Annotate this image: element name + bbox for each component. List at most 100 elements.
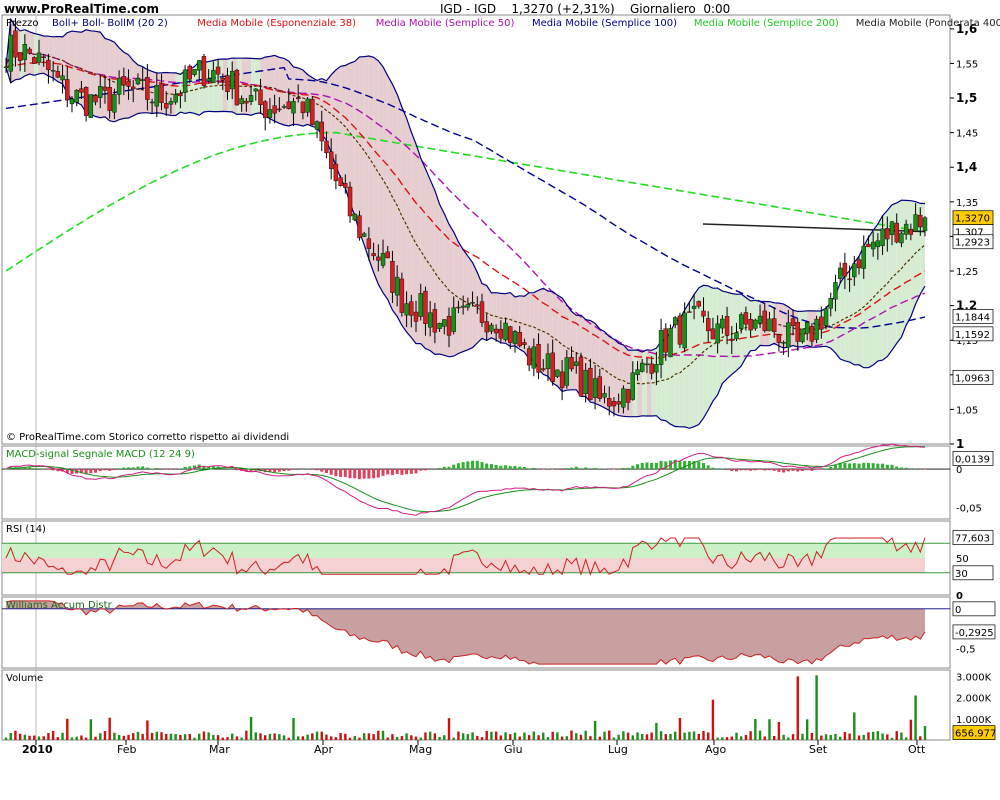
- macd-histogram-bar: [37, 468, 41, 470]
- macd-histogram-bar: [621, 467, 625, 470]
- volume-tick-label: 2.000K: [956, 694, 992, 705]
- rsi-upper-zone: [2, 543, 925, 558]
- bollinger-band-fill: [708, 285, 713, 410]
- candle-body: [418, 293, 423, 317]
- macd-title: MACD-signal Segnale MACD (12 24 9): [6, 449, 195, 460]
- stock-chart[interactable]: 1,61,551,51,451,41,351,31,251,21,151,11,…: [0, 0, 1000, 800]
- volume-bar: [381, 730, 385, 740]
- volume-bar: [735, 732, 738, 740]
- price-tick-label: 1,05: [956, 405, 978, 416]
- volume-bar: [113, 732, 116, 740]
- macd-histogram-bar: [626, 467, 630, 470]
- volume-bar: [801, 733, 804, 740]
- candle-body: [248, 95, 254, 102]
- macd-histogram-bar: [843, 463, 847, 470]
- candle-body: [112, 94, 117, 113]
- macd-histogram-bar: [145, 467, 149, 470]
- x-tick-label: Mag: [409, 743, 432, 756]
- candle-body: [107, 87, 112, 111]
- candle-body: [739, 314, 744, 329]
- volume-bar: [542, 732, 545, 740]
- wad-title: Williams Accum Distr: [6, 600, 113, 611]
- volume-bar: [216, 735, 220, 740]
- candle-body: [555, 369, 560, 377]
- x-tick-label: Feb: [117, 743, 136, 756]
- macd-histogram-bar: [805, 469, 809, 471]
- volume-bar: [815, 675, 818, 740]
- candle-body: [225, 75, 230, 93]
- volume-bar: [296, 736, 300, 740]
- volume-bar: [551, 731, 554, 740]
- candle-body: [885, 228, 890, 240]
- macd-histogram-bar: [800, 469, 804, 472]
- volume-bar: [758, 730, 762, 740]
- volume-bar: [688, 731, 691, 740]
- volume-bar: [329, 736, 333, 740]
- volume-bar: [179, 735, 182, 740]
- volume-bar: [674, 731, 677, 740]
- candle-body: [771, 318, 777, 333]
- macd-histogram-bar: [103, 469, 107, 471]
- legend-item: Media Mobile (Semplice 100): [532, 18, 677, 29]
- volume-bar: [537, 735, 540, 740]
- candle-body: [456, 306, 461, 309]
- volume-bar: [754, 718, 757, 740]
- candle-body: [833, 282, 838, 300]
- legend-item: Media Mobile (Esponenziale 38): [197, 18, 356, 29]
- candle-body: [809, 326, 815, 342]
- volume-bar: [749, 731, 752, 740]
- macd-histogram-bar: [716, 468, 720, 470]
- candle-body: [621, 388, 626, 408]
- candle-body: [682, 312, 687, 349]
- macd-histogram-bar: [324, 469, 328, 474]
- candle-body: [41, 56, 46, 58]
- macd-histogram-bar: [734, 469, 738, 472]
- macd-histogram-bar: [796, 469, 800, 472]
- candle-body: [870, 241, 876, 250]
- candle-body: [22, 44, 28, 60]
- candle-body: [404, 303, 409, 316]
- macd-histogram-bar: [122, 467, 126, 470]
- candle-body: [757, 315, 763, 324]
- volume-bar: [37, 736, 41, 740]
- candle-body: [706, 318, 711, 332]
- volume-bar: [18, 733, 22, 740]
- candle-body: [559, 371, 565, 388]
- volume-bar: [843, 731, 847, 740]
- volume-bar: [320, 731, 323, 740]
- volume-bar: [768, 719, 771, 740]
- macd-histogram-bar: [329, 469, 333, 475]
- candle-body: [856, 259, 862, 269]
- candle-body: [135, 78, 141, 85]
- macd-histogram-bar: [904, 467, 908, 470]
- x-tick-label: Giu: [504, 743, 523, 756]
- macd-histogram-bar: [560, 469, 564, 470]
- volume-bar: [476, 735, 479, 740]
- price-tick-label: 1: [956, 437, 964, 451]
- macd-histogram-bar: [565, 468, 569, 470]
- x-tick-label: 2010: [22, 743, 53, 756]
- macd-histogram-bar: [508, 466, 512, 470]
- macd-histogram-bar: [452, 464, 456, 470]
- candle-body: [753, 319, 758, 329]
- candle-body: [465, 304, 471, 308]
- candle-body: [8, 34, 13, 72]
- volume-bar: [264, 735, 267, 740]
- candle-body: [380, 253, 386, 266]
- macd-histogram-bar: [343, 469, 347, 477]
- macd-histogram-bar: [871, 463, 875, 470]
- macd-histogram-bar: [659, 460, 663, 470]
- macd-histogram-bar: [386, 469, 390, 475]
- candle-body: [357, 215, 362, 239]
- candle-body: [385, 251, 390, 259]
- volume-bar: [575, 733, 578, 740]
- price-tick-label: 1,55: [956, 59, 978, 70]
- macd-histogram-bar: [522, 466, 526, 470]
- volume-bar: [89, 719, 93, 740]
- macd-histogram-bar: [357, 469, 361, 480]
- candle-body: [654, 364, 659, 373]
- candle-body: [258, 89, 263, 105]
- legend-prezzo: Prezzo: [6, 18, 39, 29]
- macd-histogram-bar: [395, 469, 399, 474]
- candle-body: [69, 98, 75, 105]
